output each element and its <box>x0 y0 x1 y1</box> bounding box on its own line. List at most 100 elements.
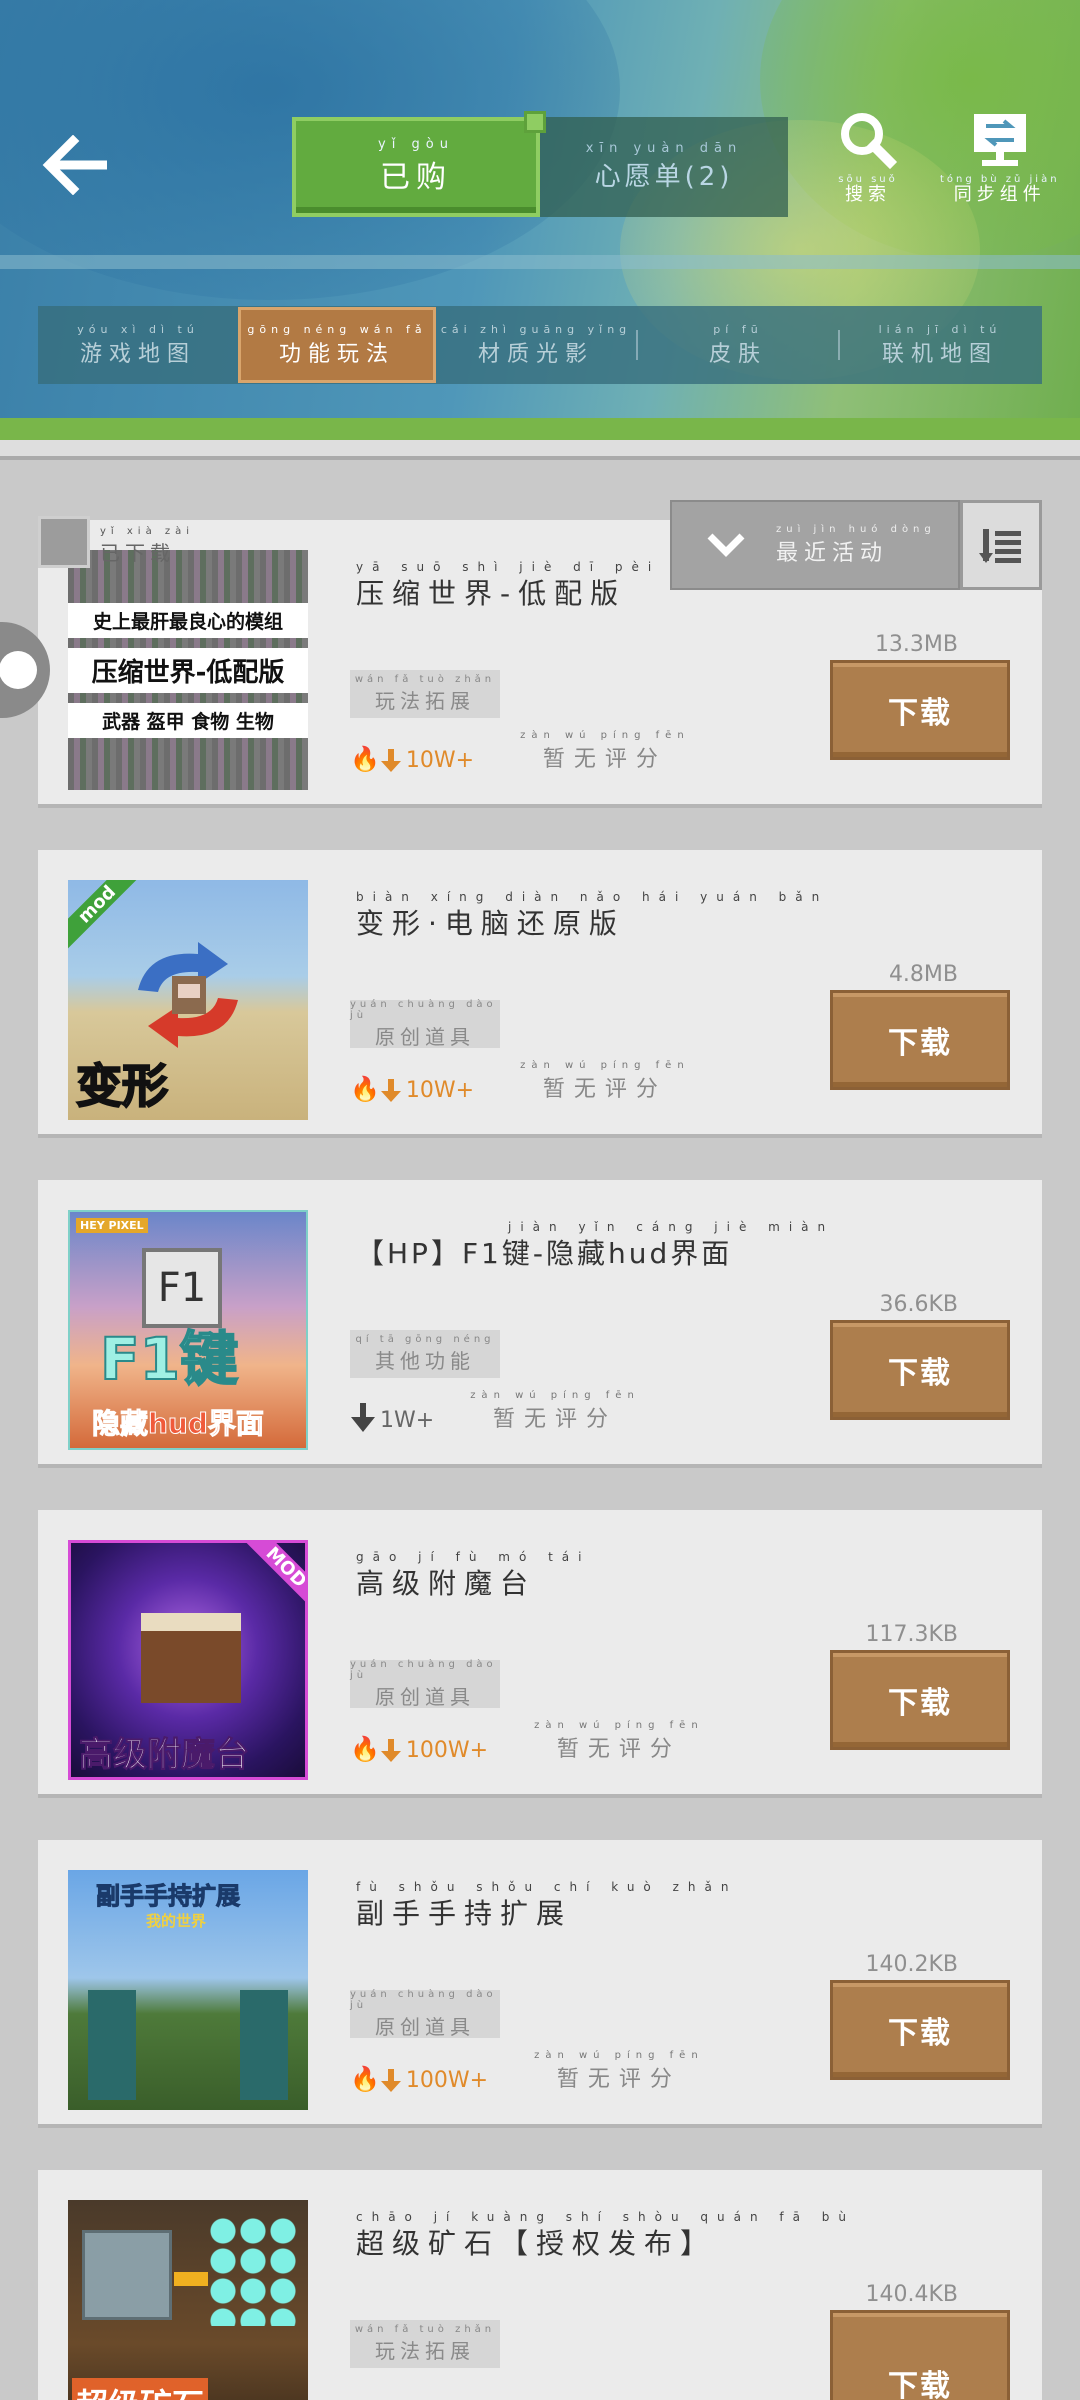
header: yǐ gòu 已购 xīn yuàn dān 心愿单(2) sōu suǒ 搜索… <box>0 0 1080 460</box>
category-label: 联机地图 <box>881 341 998 367</box>
item-thumbnail[interactable]: 史上最肝最良心的模组 压缩世界-低配版 武器 盔甲 食物 生物 <box>68 550 308 790</box>
rating-pinyin: zàn wú píng fēn <box>520 730 690 741</box>
tab-bought[interactable]: yǐ gòu 已购 <box>292 117 540 217</box>
file-size: 140.2KB <box>865 1952 958 1977</box>
flame-icon: 🔥 <box>350 1075 380 1103</box>
thumb-arrow <box>174 2272 208 2286</box>
tab-corner-decoration <box>524 111 546 133</box>
rating-label: 暂无评分 <box>556 2067 681 2092</box>
rating-label: 暂无评分 <box>542 1077 667 1102</box>
file-size: 36.6KB <box>879 1292 958 1317</box>
sync-components-button[interactable]: tóng bù zǔ jiàn 同步组件 <box>940 110 1060 205</box>
item-title: 副手手持扩展 <box>356 1897 573 1930</box>
back-arrow-icon <box>42 135 107 195</box>
category-label: 材质光影 <box>477 341 594 367</box>
item-title: 【HP】F1键-隐藏hud界面 <box>356 1237 733 1270</box>
tab-textures-shaders[interactable]: cái zhì guāng yǐng 材质光影 <box>436 306 636 384</box>
header-strip <box>0 255 1080 269</box>
rating-pinyin: zàn wú píng fēn <box>534 1720 704 1731</box>
back-button[interactable] <box>36 125 116 205</box>
sort-order-button[interactable] <box>960 500 1042 590</box>
download-button[interactable]: 下载 <box>830 990 1010 1090</box>
flame-icon: 🔥 <box>350 1735 380 1763</box>
item-stats: 🔥 10W+ zàn wú píng fēn 暂无评分 <box>350 730 690 773</box>
rating-label: 暂无评分 <box>492 1407 617 1432</box>
category-pinyin: yóu xì dì tú <box>77 322 199 336</box>
download-button[interactable]: 下载 <box>830 1650 1010 1750</box>
sort-dropdown[interactable]: zuì jìn huó dòng 最近活动 <box>670 500 960 590</box>
item-tag: wán fǎ tuò zhǎn 玩法拓展 <box>350 2320 500 2368</box>
thumb-caption: 变形 <box>75 1058 169 1114</box>
category-tab-bar: yóu xì dì tú 游戏地图 gōng néng wán fǎ 功能玩法 … <box>38 306 1042 384</box>
item-title: 压缩世界-低配版 <box>356 577 627 610</box>
item-tag: yuán chuàng dào jù 原创道具 <box>350 998 500 1049</box>
list-item[interactable]: mod 变形 biàn xíng diàn nǎo hái yuán bǎn 变… <box>38 850 1042 1138</box>
tab-wishlist[interactable]: xīn yuàn dān 心愿单(2) <box>540 117 788 217</box>
downloaded-filter[interactable]: yǐ xià zài 已下载 <box>38 516 194 568</box>
download-button[interactable]: 下载 <box>830 660 1010 760</box>
list-item[interactable]: 超级矿石 chāo jí kuàng shí shòu quán fā bù 超… <box>38 2170 1042 2400</box>
tab-wishlist-pinyin: xīn yuàn dān <box>585 140 743 156</box>
item-thumbnail[interactable]: HEY PIXEL F1 F1键 隐藏hud界面 <box>68 1210 308 1450</box>
tab-game-maps[interactable]: yóu xì dì tú 游戏地图 <box>38 306 238 384</box>
sync-label: 同步组件 <box>953 184 1046 205</box>
item-thumbnail[interactable]: MOD 高级附魔台 <box>68 1540 308 1780</box>
tag-label: 其他功能 <box>375 1349 475 1373</box>
tab-bought-pinyin: yǐ gòu <box>378 137 454 152</box>
chevron-down-icon <box>707 533 745 557</box>
category-pinyin: pí fū <box>713 322 763 336</box>
item-tag: yuán chuàng dào jù 原创道具 <box>350 1658 500 1709</box>
download-button[interactable]: 下载 <box>830 1320 1010 1420</box>
item-list: 史上最肝最良心的模组 压缩世界-低配版 武器 盔甲 食物 生物 yā suō s… <box>0 460 1080 2400</box>
flame-icon: 🔥 <box>350 2065 380 2093</box>
tag-label: 玩法拓展 <box>375 2339 475 2363</box>
tag-pinyin: yuán chuàng dào jù <box>350 1988 497 2011</box>
thumb-diamonds <box>208 2216 298 2326</box>
tag-label: 玩法拓展 <box>375 689 475 713</box>
sort-control: zuì jìn huó dòng 最近活动 <box>670 500 1042 590</box>
grass-strip <box>0 418 1080 440</box>
item-stats: 1W+ zàn wú píng fēn 暂无评分 <box>350 1390 640 1433</box>
tag-label: 原创道具 <box>375 1024 475 1049</box>
item-stats: 🔥 100W+ zàn wú píng fēn 暂无评分 <box>350 1720 704 1763</box>
file-size: 117.3KB <box>865 1622 958 1647</box>
sort-label: 最近活动 <box>776 540 889 566</box>
item-title: 高级附魔台 <box>356 1567 537 1600</box>
floating-handle-dot <box>0 651 37 689</box>
thumb-caption: 高级附魔台 <box>79 1735 250 1776</box>
download-button[interactable]: 下载 <box>830 1980 1010 2080</box>
tab-gameplay-functions[interactable]: gōng néng wán fǎ 功能玩法 <box>238 307 436 383</box>
item-title: 变形·电脑还原版 <box>356 907 625 940</box>
download-count: 1W+ <box>380 1408 435 1433</box>
search-button[interactable]: sōu suǒ 搜索 <box>836 110 900 205</box>
tag-pinyin: yuán chuàng dào jù <box>350 998 497 1021</box>
thumb-subcaption: 我的世界 <box>146 1912 207 1930</box>
download-count: 10W+ <box>405 1078 475 1103</box>
item-thumbnail[interactable]: 超级矿石 <box>68 2200 308 2400</box>
item-stats: 🔥 10W+ zàn wú píng fēn 暂无评分 <box>350 1060 690 1103</box>
list-item[interactable]: 副手手持扩展 我的世界 fù shǒu shǒu chí kuò zhǎn 副手… <box>38 1840 1042 2128</box>
tag-pinyin: yuán chuàng dào jù <box>350 1658 497 1681</box>
list-item[interactable]: HEY PIXEL F1 F1键 隐藏hud界面 jiàn yǐn cáng j… <box>38 1180 1042 1468</box>
thumb-caption: 副手手持扩展 <box>96 1882 241 1911</box>
file-size: 140.4KB <box>865 2282 958 2307</box>
item-title: 超级矿石【授权发布】 <box>356 2227 717 2260</box>
list-item[interactable]: MOD 高级附魔台 gāo jí fù mó tái 高级附魔台 yuán ch… <box>38 1510 1042 1798</box>
item-rating: zàn wú píng fēn 暂无评分 <box>534 2050 704 2093</box>
file-size: 13.3MB <box>874 632 958 657</box>
thumb-caption: 武器 盔甲 食物 生物 <box>68 702 308 738</box>
thumb-badge: MOD <box>239 1543 305 1614</box>
rating-label: 暂无评分 <box>542 747 667 772</box>
thumb-caption: F1键 <box>99 1324 239 1394</box>
download-count: 10W+ <box>405 748 475 773</box>
sync-monitor-icon <box>973 114 1026 166</box>
tab-multiplayer-maps[interactable]: lián jī dì tú 联机地图 <box>840 306 1040 384</box>
tab-skins[interactable]: pí fū 皮肤 <box>638 306 838 384</box>
item-thumbnail[interactable]: mod 变形 <box>68 880 308 1120</box>
download-button[interactable]: 下载 <box>830 2310 1010 2400</box>
downloaded-checkbox[interactable] <box>38 516 90 568</box>
download-count: 100W+ <box>405 2068 489 2093</box>
item-tag: qí tā gōng néng 其他功能 <box>350 1330 500 1378</box>
download-arrow-icon <box>351 1403 375 1432</box>
item-thumbnail[interactable]: 副手手持扩展 我的世界 <box>68 1870 308 2110</box>
